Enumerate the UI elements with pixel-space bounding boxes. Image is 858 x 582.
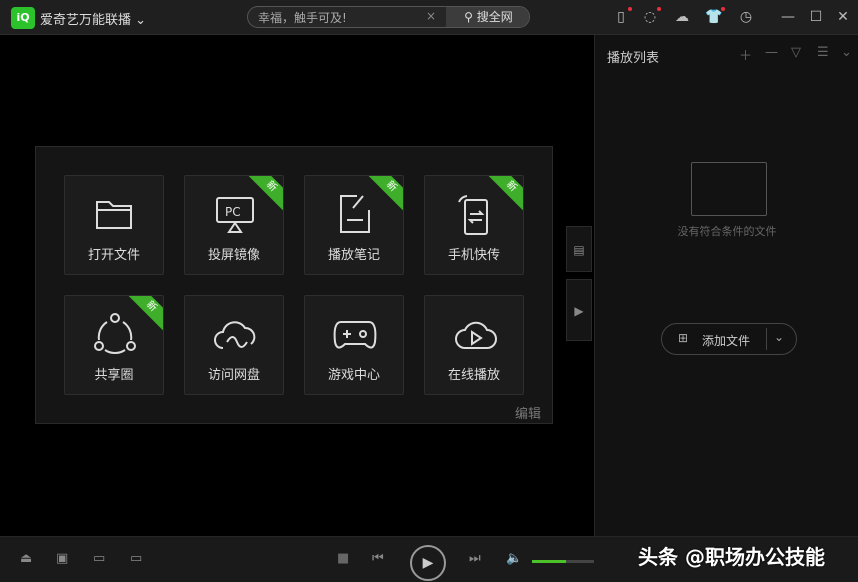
chevron-down-icon[interactable]: ⌄ [774, 330, 784, 344]
tile-label: 打开文件 [65, 244, 163, 263]
search-input[interactable] [258, 9, 428, 25]
tile-screen-mirror[interactable]: PC 投屏镜像 新 [184, 175, 284, 275]
playlist-panel: 播放列表 ＋ — ▽ ☰ ⌄ 没有符合条件的文件 ⊞ 添加文件 ⌄ [594, 35, 858, 536]
pc-cast-icon[interactable]: ▭ [130, 551, 142, 566]
maximize-button[interactable]: ☐ [807, 8, 825, 26]
tile-label: 投屏镜像 [185, 244, 283, 263]
share-circle-icon [93, 312, 137, 356]
previous-button[interactable]: ⏮ [372, 551, 384, 566]
play-button[interactable]: ▶ [410, 545, 446, 581]
tile-online-play[interactable]: 在线播放 [424, 295, 524, 395]
empty-folder-icon [691, 162, 767, 216]
notes-tab[interactable]: ▤ [566, 226, 592, 272]
app-title: 爱奇艺万能联播 [40, 13, 131, 28]
cloud-disk-icon [213, 312, 257, 356]
pc-cast-icon: PC [213, 192, 257, 236]
minimize-button[interactable]: — [779, 8, 797, 26]
empty-message: 没有符合条件的文件 [595, 223, 858, 239]
stop-button[interactable]: ■ [337, 551, 349, 566]
search-button-label: 搜全网 [477, 10, 513, 24]
remove-icon[interactable]: — [765, 45, 778, 60]
chevron-down-icon: ⌄ [135, 13, 146, 28]
volume-fill [532, 560, 566, 563]
title-bar: iQ 爱奇艺万能联播 ⌄ × ⚲ 搜全网 ▯ ◌ ☁ 👕 ◷ — ☐ ✕ [0, 0, 858, 35]
add-file-button[interactable]: ⊞ 添加文件 ⌄ [661, 323, 797, 355]
tile-label: 访问网盘 [185, 364, 283, 383]
chevron-right-icon: ▶ [574, 304, 583, 318]
tile-open-file[interactable]: 打开文件 [64, 175, 164, 275]
volume-icon[interactable]: 🔈 [506, 551, 522, 566]
close-button[interactable]: ✕ [834, 8, 852, 26]
add-file-icon: ⊞ [678, 331, 688, 345]
tile-share-circle[interactable]: 共享圈 新 [64, 295, 164, 395]
svg-text:PC: PC [225, 205, 241, 219]
tile-cloud-disk[interactable]: 访问网盘 [184, 295, 284, 395]
tile-label: 播放笔记 [305, 244, 403, 263]
search-icon: ⚲ [464, 10, 473, 24]
skin-shirt-icon[interactable]: 👕 [705, 8, 723, 26]
cloud-icon[interactable]: ☁ [673, 8, 691, 26]
gamepad-icon [333, 312, 377, 356]
app-menu[interactable]: 爱奇艺万能联播 ⌄ [40, 9, 146, 28]
search-box: × ⚲ 搜全网 [247, 6, 530, 28]
folder-icon [93, 192, 137, 236]
add-file-label: 添加文件 [702, 332, 750, 349]
tile-play-notes[interactable]: 播放笔记 新 [304, 175, 404, 275]
list-icon[interactable]: ☰ [817, 45, 829, 60]
note-edit-icon [333, 192, 377, 236]
quick-launch-panel: 打开文件 PC 投屏镜像 新 播放笔记 新 手机快传 新 共享圈 新 访问网盘 … [35, 146, 553, 424]
eject-icon[interactable]: ⏏ [20, 551, 32, 566]
collapse-icon[interactable]: ⌄ [841, 45, 852, 60]
filter-icon[interactable]: ▽ [791, 45, 801, 60]
tile-label: 游戏中心 [305, 364, 403, 383]
tile-label: 在线播放 [425, 364, 523, 383]
tile-game-center[interactable]: 游戏中心 [304, 295, 404, 395]
next-button[interactable]: ⏭ [469, 551, 481, 566]
note-icon: ▤ [573, 243, 584, 257]
expand-panel-button[interactable]: ▶ [566, 279, 592, 341]
tile-label: 手机快传 [425, 244, 523, 263]
watermark: 头条 @职场办公技能 [638, 541, 825, 570]
tile-phone-transfer[interactable]: 手机快传 新 [424, 175, 524, 275]
playlist-title: 播放列表 [607, 47, 659, 66]
phone-icon[interactable]: ▯ [612, 8, 630, 26]
cloud-play-icon [453, 312, 497, 356]
search-all-button[interactable]: ⚲ 搜全网 [446, 7, 530, 28]
share-circle-icon[interactable]: ◌ [641, 8, 659, 26]
app-logo: iQ [11, 7, 35, 29]
clear-search-button[interactable]: × [426, 9, 436, 23]
add-icon[interactable]: ＋ [739, 45, 752, 64]
phone-transfer-icon [453, 192, 497, 236]
volume-slider[interactable] [532, 560, 594, 563]
edit-button[interactable]: 编辑 [515, 403, 541, 422]
tv-cast-icon[interactable]: ▭ [93, 551, 105, 566]
tile-label: 共享圈 [65, 364, 163, 383]
player-controls: ⏏ ▣ ▭ ▭ ■ ⏮ ▶ ⏭ 🔈 头条 @职场办公技能 [0, 536, 858, 582]
single-window-icon[interactable]: ▣ [56, 551, 68, 566]
history-clock-icon[interactable]: ◷ [737, 8, 755, 26]
